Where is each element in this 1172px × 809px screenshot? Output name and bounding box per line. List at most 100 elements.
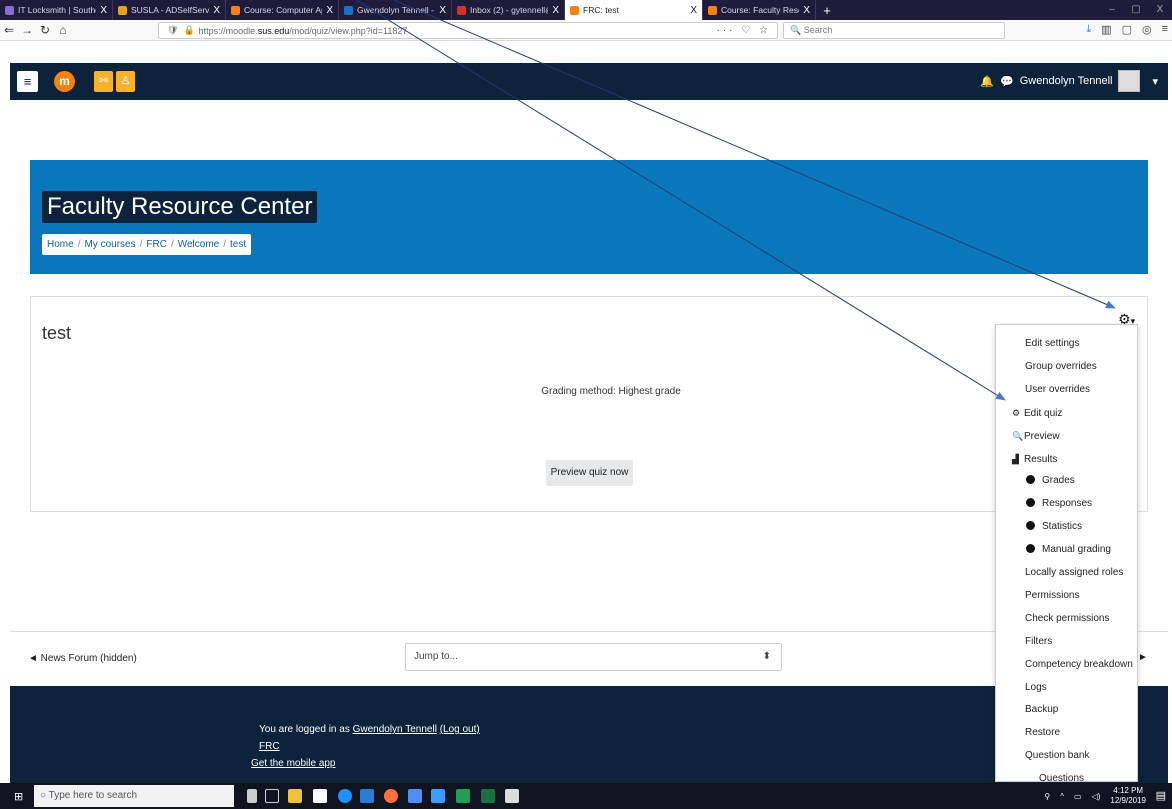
page-actions-icon[interactable]: ··· ♡ ☆ (717, 25, 771, 36)
hamburger-icon[interactable]: ≡ (17, 71, 38, 92)
extension-icon[interactable]: ◎ (1142, 23, 1152, 36)
reload-icon[interactable]: ↻ (36, 23, 54, 37)
footer-course-link[interactable]: FRC (259, 741, 280, 752)
edge-icon[interactable] (338, 789, 352, 803)
menu-item[interactable]: Question bank (996, 745, 1137, 767)
prev-activity-link[interactable]: ◄ News Forum (hidden) (28, 653, 137, 664)
home-icon[interactable]: ⌂ (54, 23, 72, 37)
browser-tab[interactable]: FRC: test X (565, 0, 703, 20)
menu-item[interactable]: Check permissions (996, 608, 1137, 630)
menu-item[interactable]: Manual grading (996, 539, 1137, 561)
window-close-icon[interactable]: X (1148, 0, 1172, 20)
menu-item-label: Statistics (1042, 521, 1083, 533)
library-icon[interactable]: ▥ (1101, 23, 1111, 36)
taskbar-search-input[interactable]: ○ Type here to search (34, 785, 234, 807)
close-icon[interactable]: X (213, 5, 220, 16)
bullet-icon (1026, 544, 1035, 554)
restore-icon[interactable]: ▢ (1124, 0, 1148, 20)
browser-tab-bar: IT Locksmith | Southern UniveXSUSLA - AD… (0, 0, 1172, 20)
avatar[interactable] (1118, 70, 1141, 92)
menu-item[interactable]: Statistics (996, 516, 1137, 538)
breadcrumb-item[interactable]: test (230, 239, 246, 250)
task-view-icon[interactable] (265, 789, 279, 803)
chevron-down-icon[interactable]: ▾ (1152, 75, 1158, 88)
jump-to-select[interactable]: Jump to... ⬍ (405, 643, 782, 671)
menu-item[interactable]: Grades (996, 470, 1137, 492)
menu-item[interactable]: Filters (996, 631, 1137, 653)
forward-icon[interactable]: → (18, 23, 36, 37)
browser-search-input[interactable]: 🔍 Search (783, 22, 1005, 39)
breadcrumb-item[interactable]: Home (47, 239, 74, 250)
menu-item[interactable]: Restore (996, 722, 1137, 744)
tray-chevron-icon[interactable]: ^ (1060, 792, 1064, 801)
outlook-icon[interactable] (360, 789, 374, 803)
back-icon[interactable]: ⇐ (0, 23, 18, 37)
tab-favicon-icon (5, 5, 14, 15)
menu-item[interactable]: User overrides (996, 379, 1137, 401)
menu-item[interactable]: Backup (996, 699, 1137, 721)
url-bar[interactable]: 🛡 🔒 https://moodle. sus.edu/mod/quiz/view… (158, 22, 778, 39)
menu-item[interactable]: Edit settings (996, 333, 1137, 355)
microphone-icon[interactable] (247, 789, 257, 803)
people-icon[interactable]: ⚲ (1044, 792, 1050, 801)
clock[interactable]: 4:12 PM 12/9/2019 (1110, 786, 1146, 806)
menu-item[interactable]: 🔍Preview (996, 425, 1137, 447)
menu-item[interactable]: ▟ Results (996, 448, 1137, 470)
new-tab-icon[interactable]: + (816, 0, 838, 20)
firefox-icon[interactable] (384, 789, 398, 803)
breadcrumb-item[interactable]: FRC (146, 239, 167, 250)
menu-item[interactable]: Group overrides (996, 356, 1137, 378)
breadcrumb-item[interactable]: My courses (84, 239, 135, 250)
chat-icon[interactable]: 💬 (1000, 75, 1014, 88)
menu-icon[interactable]: ≡ (1162, 23, 1168, 36)
tab-favicon-icon (570, 5, 579, 15)
browser-tab[interactable]: Course: Faculty Resource Cent X (703, 0, 816, 20)
notification-icon[interactable]: ▤ (1156, 789, 1166, 802)
browser-tab[interactable]: Course: Computer Applications X (226, 0, 339, 20)
download-icon[interactable]: ⤓ (1086, 23, 1091, 36)
reader-icon[interactable]: ▢ (1122, 23, 1132, 36)
menu-item[interactable]: Permissions (996, 585, 1137, 607)
mobile-app-link[interactable]: Get the mobile app (251, 758, 336, 769)
menu-item[interactable]: Questions (996, 768, 1137, 781)
browser-tab[interactable]: Inbox (2) - gytennell@gmail.com X (452, 0, 565, 20)
close-icon[interactable]: X (690, 5, 697, 16)
close-icon[interactable]: X (439, 5, 446, 16)
bell-icon[interactable]: 🔔 (980, 75, 994, 88)
close-icon[interactable]: X (552, 5, 559, 16)
tab-label: Course: Computer Applications (244, 5, 322, 15)
calculator-icon[interactable] (505, 789, 519, 803)
breadcrumb-item[interactable]: Welcome (178, 239, 220, 250)
network-icon[interactable]: ▭ (1074, 792, 1082, 801)
logged-in-prefix: You are logged in as (259, 724, 353, 735)
menu-item[interactable]: Locally assigned roles (996, 562, 1137, 584)
moodle-logo[interactable]: m (54, 71, 75, 92)
preview-quiz-button[interactable]: Preview quiz now (546, 460, 633, 486)
next-activity-arrow[interactable]: ► (1138, 652, 1148, 663)
menu-item[interactable]: Logs (996, 677, 1137, 699)
hierarchy-icon[interactable]: ♙ (116, 71, 135, 92)
close-icon[interactable]: X (100, 5, 107, 16)
chrome-icon[interactable] (408, 789, 422, 803)
menu-item[interactable]: Responses (996, 493, 1137, 515)
windows-start-icon[interactable]: ⊞ (14, 790, 23, 803)
file-explorer-icon[interactable] (288, 789, 302, 803)
project-icon[interactable] (456, 789, 470, 803)
excel-icon[interactable] (481, 789, 495, 803)
close-icon[interactable]: X (803, 5, 810, 16)
store-icon[interactable] (313, 789, 327, 803)
logged-in-info: You are logged in as Gwendolyn Tennell (… (259, 724, 480, 735)
browser-tab[interactable]: SUSLA - ADSelfService PlusX (113, 0, 226, 20)
menu-item[interactable]: Competency breakdown (996, 654, 1137, 676)
user-menu[interactable]: 🔔 💬 Gwendolyn Tennell ▾ (980, 70, 1158, 92)
minimize-icon[interactable]: – (1100, 0, 1124, 20)
browser-tab[interactable]: Gwendolyn Tennell - Outlook X (339, 0, 452, 20)
logout-link[interactable]: (Log out) (440, 724, 480, 735)
volume-icon[interactable]: ◁) (1092, 792, 1101, 801)
share-icon[interactable]: ⚯ (94, 71, 113, 92)
footer-user-link[interactable]: Gwendolyn Tennell (353, 724, 437, 735)
close-icon[interactable]: X (326, 5, 333, 16)
browser-tab[interactable]: IT Locksmith | Southern Unive X (0, 0, 113, 20)
menu-item[interactable]: ⚙ Edit quiz (996, 402, 1137, 424)
mail-icon[interactable] (431, 789, 445, 803)
